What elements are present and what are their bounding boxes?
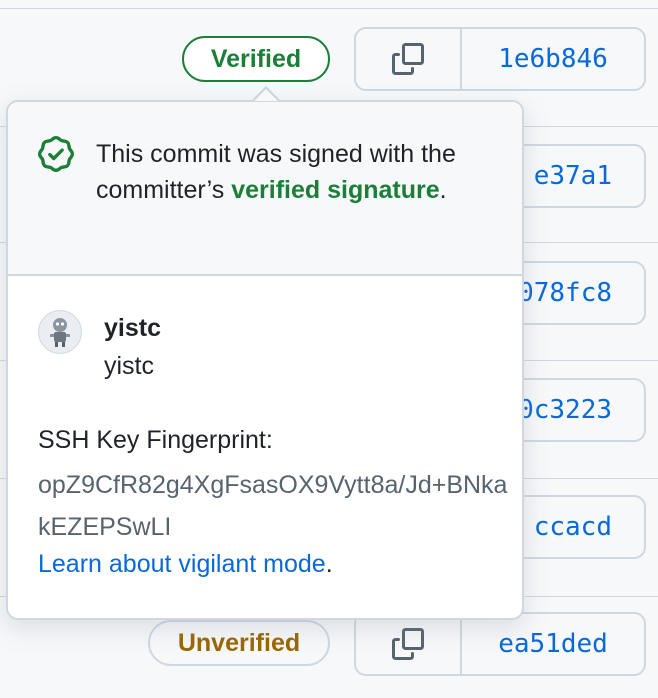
verified-badge[interactable]: Verified bbox=[182, 36, 330, 82]
shield-check-icon bbox=[38, 136, 74, 172]
commit-sha-link[interactable]: ea51ded bbox=[462, 614, 644, 674]
ssh-key-fingerprint: opZ9CfR82g4XgFsasOX9Vytt8a/Jd+BNkakEZEPS… bbox=[38, 471, 508, 541]
unverified-badge[interactable]: Unverified bbox=[148, 620, 330, 666]
avatar[interactable] bbox=[38, 310, 82, 354]
popover-header: This commit was signed with the committe… bbox=[8, 102, 522, 276]
copy-sha-button[interactable] bbox=[356, 29, 462, 89]
commit-sha-link[interactable]: 1e6b846 bbox=[462, 29, 644, 89]
copy-icon bbox=[392, 43, 424, 75]
learn-more: Learn about vigilant mode. bbox=[38, 550, 333, 579]
copy-icon bbox=[392, 628, 424, 660]
user-login[interactable]: yistc bbox=[104, 314, 161, 343]
user-name: yistc bbox=[104, 352, 154, 380]
commit-actions: 1e6b846 bbox=[354, 27, 646, 91]
avatar-robot-icon bbox=[50, 318, 70, 347]
signature-popover: This commit was signed with the committe… bbox=[6, 100, 524, 620]
learn-suffix: . bbox=[325, 550, 333, 578]
verified-signature-text: verified signature bbox=[231, 176, 440, 204]
vigilant-mode-link[interactable]: Learn about vigilant mode bbox=[38, 550, 326, 578]
popover-arrow-fill bbox=[254, 89, 278, 101]
signature-message-suffix: . bbox=[439, 176, 447, 204]
signature-message: This commit was signed with the committe… bbox=[96, 136, 496, 208]
copy-sha-button[interactable] bbox=[356, 614, 462, 674]
ssh-key-label: SSH Key Fingerprint: bbox=[38, 426, 273, 454]
commit-actions: ea51ded bbox=[354, 612, 646, 676]
